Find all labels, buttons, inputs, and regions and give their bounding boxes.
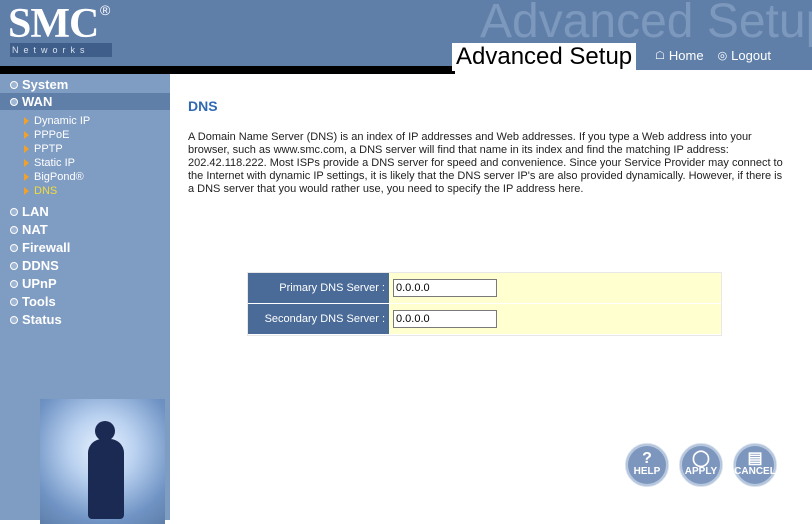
sidebar-item-label: Tools xyxy=(22,294,56,309)
bullet-icon xyxy=(10,208,18,217)
logo-subtitle: Networks xyxy=(10,43,112,57)
sidebar-subitem-dns[interactable]: DNS xyxy=(24,185,57,197)
apply-label: APPLY xyxy=(684,466,718,477)
arrow-icon xyxy=(24,187,29,196)
secondary-dns-cell xyxy=(389,304,721,334)
apply-button[interactable]: ◯ APPLY xyxy=(679,443,723,487)
sidebar-item-label: NAT xyxy=(22,222,48,237)
home-label: Home xyxy=(668,48,704,63)
bullet-icon xyxy=(10,298,18,307)
sidebar-item-label: Status xyxy=(22,312,62,327)
arrow-icon xyxy=(24,173,29,182)
header-divider-bar xyxy=(0,66,455,74)
primary-dns-input[interactable] xyxy=(393,279,497,297)
sidebar-item-label: System xyxy=(22,77,69,92)
sidebar-item-wan[interactable]: WAN xyxy=(0,93,170,110)
logo-registered: ® xyxy=(100,2,111,18)
subitem-label: DNS xyxy=(34,185,58,197)
sidebar-subitem-pppoe[interactable]: PPPoE xyxy=(24,129,69,141)
bullet-icon xyxy=(10,316,18,325)
subitem-label: BigPond® xyxy=(34,171,84,183)
sidebar-subitem-bigpond[interactable]: BigPond® xyxy=(24,171,84,183)
cancel-button[interactable]: ▤ CANCEL xyxy=(733,443,777,487)
dns-description: A Domain Name Server (DNS) is an index o… xyxy=(188,131,783,195)
sidebar-item-label: WAN xyxy=(22,94,53,109)
main-content: DNS A Domain Name Server (DNS) is an ind… xyxy=(170,74,812,520)
home-link[interactable]: ☖ Home xyxy=(655,48,704,63)
sidebar-item-lan[interactable]: LAN xyxy=(0,203,170,220)
secondary-dns-input[interactable] xyxy=(393,310,497,328)
apply-icon: ◯ xyxy=(692,450,710,467)
subitem-label: Static IP xyxy=(34,157,75,169)
logo-text: SMC xyxy=(8,1,99,47)
page-header-title: Advanced Setup xyxy=(452,43,637,71)
logout-icon: ◎ xyxy=(717,50,728,62)
subitem-label: Dynamic IP xyxy=(34,115,91,127)
arrow-icon xyxy=(24,131,29,140)
bullet-icon xyxy=(10,226,18,235)
person-silhouette xyxy=(88,439,124,519)
home-icon: ☖ xyxy=(655,50,665,62)
sidebar-subitem-dynamic-ip[interactable]: Dynamic IP xyxy=(24,115,90,127)
secondary-dns-row: Secondary DNS Server : xyxy=(248,304,721,335)
sidebar: System WAN Dynamic IP PPPoE PPTP Static … xyxy=(0,74,170,524)
sidebar-item-label: Firewall xyxy=(22,240,71,255)
sidebar-item-label: UPnP xyxy=(22,276,57,291)
help-label: HELP xyxy=(633,466,661,477)
sidebar-subitem-pptp[interactable]: PPTP xyxy=(24,143,63,155)
sidebar-item-tools[interactable]: Tools xyxy=(0,293,170,310)
bullet-icon xyxy=(10,262,18,271)
sidebar-item-firewall[interactable]: Firewall xyxy=(0,239,170,256)
bullet-icon xyxy=(10,244,18,253)
trash-icon: ▤ xyxy=(747,450,763,467)
smc-logo: SMC ® xyxy=(8,1,110,47)
bullet-icon xyxy=(10,98,18,107)
secondary-dns-label: Secondary DNS Server : xyxy=(248,304,389,334)
logout-label: Logout xyxy=(731,48,771,63)
question-icon: ? xyxy=(642,450,652,467)
page-title: DNS xyxy=(188,98,218,114)
bullet-icon xyxy=(10,81,18,90)
person-silhouette-head xyxy=(95,421,115,441)
primary-dns-cell xyxy=(389,273,721,303)
header: Advanced Setup SMC ® Networks ☖ Home ◎ L… xyxy=(0,0,812,70)
cancel-label: CANCEL xyxy=(734,466,776,477)
arrow-icon xyxy=(24,159,29,168)
bullet-icon xyxy=(10,280,18,289)
sidebar-item-label: LAN xyxy=(22,204,49,219)
dns-settings-form: Primary DNS Server : Secondary DNS Serve… xyxy=(247,272,722,336)
header-watermark: Advanced Setup xyxy=(480,0,812,48)
subitem-label: PPTP xyxy=(34,143,63,155)
help-button[interactable]: ? HELP xyxy=(625,443,669,487)
subitem-label: PPPoE xyxy=(34,129,70,141)
arrow-icon xyxy=(24,145,29,154)
sidebar-item-system[interactable]: System xyxy=(0,76,170,93)
header-links: ☖ Home ◎ Logout xyxy=(655,48,771,63)
sidebar-item-upnp[interactable]: UPnP xyxy=(0,275,170,292)
primary-dns-row: Primary DNS Server : xyxy=(248,273,721,304)
primary-dns-label: Primary DNS Server : xyxy=(248,273,389,303)
sidebar-subitem-static-ip[interactable]: Static IP xyxy=(24,157,75,169)
arrow-icon xyxy=(24,117,29,126)
logout-link[interactable]: ◎ Logout xyxy=(718,48,771,63)
sidebar-item-nat[interactable]: NAT xyxy=(0,221,170,238)
sidebar-item-ddns[interactable]: DDNS xyxy=(0,257,170,274)
sidebar-item-status[interactable]: Status xyxy=(0,311,170,328)
sidebar-item-label: DDNS xyxy=(22,258,59,273)
